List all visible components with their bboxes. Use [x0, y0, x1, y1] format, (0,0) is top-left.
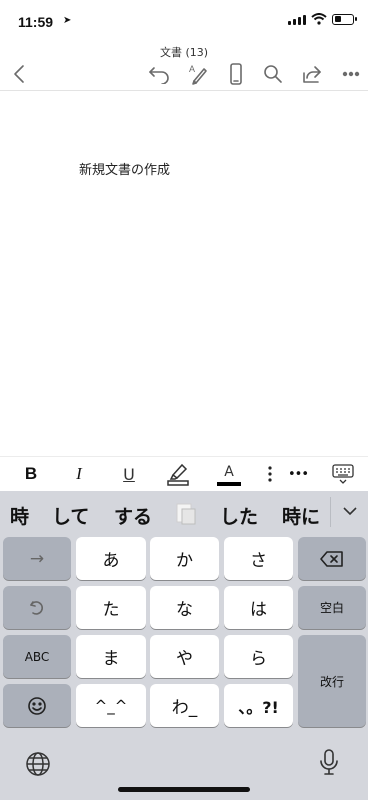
- enter-key[interactable]: 改行: [298, 635, 366, 727]
- key-ka[interactable]: か: [150, 537, 219, 580]
- emoji-icon: [28, 696, 46, 715]
- undo-key[interactable]: [3, 586, 71, 629]
- candidate-separator: [330, 497, 331, 527]
- italic-button[interactable]: I: [66, 457, 92, 491]
- chevron-down-icon[interactable]: [342, 503, 358, 523]
- document-canvas[interactable]: 新規文書の作成: [0, 91, 368, 456]
- wifi-icon: [311, 13, 327, 25]
- font-color-button[interactable]: A: [214, 457, 244, 491]
- key-ya[interactable]: や: [150, 635, 219, 678]
- highlighter-icon[interactable]: [163, 457, 193, 491]
- cellular-signal-icon: [288, 13, 306, 25]
- font-color-swatch: [217, 481, 241, 486]
- globe-icon[interactable]: [24, 750, 52, 782]
- share-icon[interactable]: [299, 60, 325, 88]
- phone-view-icon[interactable]: [224, 60, 248, 88]
- delete-key[interactable]: [298, 537, 366, 580]
- space-key[interactable]: 空白: [298, 586, 366, 629]
- location-arrow-icon: ➤: [63, 15, 72, 26]
- emoji-key[interactable]: [3, 684, 71, 727]
- status-time: 11:59: [18, 14, 54, 30]
- key-a[interactable]: あ: [76, 537, 146, 580]
- kaomoji-key[interactable]: ^_^: [76, 684, 146, 727]
- key-ra[interactable]: ら: [224, 635, 293, 678]
- key-ma[interactable]: ま: [76, 635, 146, 678]
- candidate-item[interactable]: 時: [10, 502, 29, 529]
- candidate-image-icon[interactable]: [176, 503, 196, 530]
- key-ha[interactable]: は: [224, 586, 293, 629]
- key-sa[interactable]: さ: [224, 537, 293, 580]
- japanese-keyboard: 時 して する した 時に → あ か さ た な は 空白 ABC ま や ら…: [0, 491, 368, 800]
- more-icon[interactable]: [338, 60, 364, 88]
- microphone-icon[interactable]: [318, 748, 340, 782]
- undo-rotate-icon: [30, 600, 44, 615]
- more-options-button[interactable]: •••: [284, 457, 312, 491]
- home-indicator: [118, 787, 250, 792]
- search-icon[interactable]: [260, 60, 286, 88]
- punctuation-key[interactable]: 、。?!: [224, 684, 293, 727]
- font-color-label: A: [224, 463, 234, 480]
- candidate-item[interactable]: して: [52, 502, 89, 529]
- undo-icon[interactable]: [146, 60, 172, 88]
- bold-button[interactable]: B: [18, 457, 44, 491]
- key-ta[interactable]: た: [76, 586, 146, 629]
- keyboard-dismiss-icon[interactable]: [328, 457, 358, 491]
- pen-icon[interactable]: A: [185, 60, 211, 88]
- candidate-item[interactable]: した: [220, 502, 258, 529]
- format-toolbar: B I U A •••: [0, 456, 368, 491]
- battery-icon: [332, 13, 357, 25]
- status-bar: 11:59 ➤: [0, 0, 368, 44]
- underline-button[interactable]: U: [116, 457, 142, 491]
- abc-key[interactable]: ABC: [3, 635, 71, 678]
- key-wa[interactable]: わ_: [150, 684, 219, 727]
- arrow-key[interactable]: →: [3, 537, 71, 580]
- delete-icon: [320, 550, 343, 567]
- candidate-bar: 時 して する した 時に: [0, 491, 368, 533]
- back-icon[interactable]: [6, 60, 32, 88]
- document-title: 文書 (13): [159, 46, 209, 59]
- candidate-item[interactable]: する: [114, 502, 152, 529]
- document-body-text[interactable]: 新規文書の作成: [79, 159, 170, 178]
- vertical-more-icon[interactable]: [262, 457, 278, 491]
- top-toolbar: A: [0, 60, 368, 88]
- candidate-item[interactable]: 時に: [282, 502, 320, 529]
- svg-text:A: A: [189, 64, 195, 74]
- key-na[interactable]: な: [150, 586, 219, 629]
